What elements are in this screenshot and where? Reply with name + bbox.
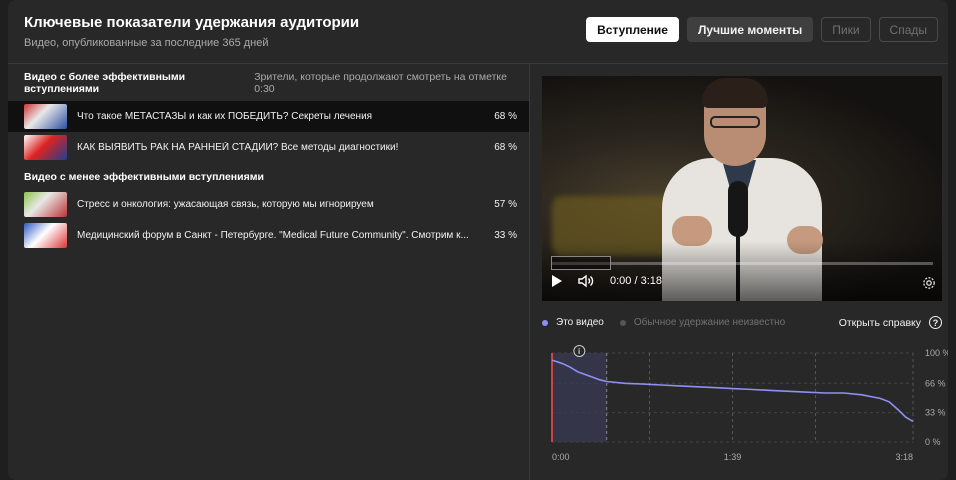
video-thumbnail xyxy=(24,104,67,129)
chart-legend: Это видео Обычное удержание неизвестно О… xyxy=(542,316,942,329)
y-tick-label: 0 % xyxy=(925,437,941,447)
divider-vertical xyxy=(529,63,530,480)
y-tick-label: 33 % xyxy=(925,408,946,418)
x-tick-label: 3:18 xyxy=(895,452,913,462)
section-better-title: Видео с более эффективными вступлениями xyxy=(24,71,186,95)
y-tick-label: 66 % xyxy=(925,378,946,388)
section-worse-title: Видео с менее эффективными вступлениями xyxy=(24,171,264,183)
video-lists: Видео с более эффективными вступлениями … xyxy=(8,63,529,251)
page-title: Ключевые показатели удержания аудитории xyxy=(24,14,360,31)
video-row-worse-1[interactable]: Стресс и онкология: ужасающая связь, кот… xyxy=(8,189,529,220)
settings-gear-icon[interactable] xyxy=(922,276,936,290)
video-thumbnail xyxy=(24,192,67,217)
video-title: КАК ВЫЯВИТЬ РАК НА РАННЕЙ СТАДИИ? Все ме… xyxy=(77,142,399,153)
y-tick-label: 100 % xyxy=(925,348,948,358)
player-time: 0:00 / 3:18 xyxy=(610,275,662,287)
section-better-note: Зрители, которые продолжают смотреть на … xyxy=(254,71,507,95)
video-player[interactable]: 0:00 / 3:18 xyxy=(542,76,942,301)
video-title: Стресс и онкология: ужасающая связь, кот… xyxy=(77,199,374,210)
help-icon: ? xyxy=(929,316,942,329)
legend-typical-label: Обычное удержание неизвестно xyxy=(633,317,786,328)
tab-best-moments[interactable]: Лучшие моменты xyxy=(686,17,814,42)
open-help-link[interactable]: Открыть справку ? xyxy=(839,316,942,329)
header: Ключевые показатели удержания аудитории … xyxy=(24,14,359,49)
volume-icon[interactable] xyxy=(578,274,594,288)
video-row-better-1[interactable]: Что такое МЕТАСТАЗЫ и как их ПОБЕДИТЬ? С… xyxy=(8,101,529,132)
video-thumbnail xyxy=(24,135,67,160)
tab-peaks[interactable]: Пики xyxy=(821,17,871,42)
intro-highlight-region xyxy=(552,353,607,442)
video-title: Что такое МЕТАСТАЗЫ и как их ПОБЕДИТЬ? С… xyxy=(77,111,373,122)
section-better-header: Видео с более эффективными вступлениями … xyxy=(8,63,529,101)
video-retention-percent: 68 % xyxy=(494,142,517,153)
player-controls: 0:00 / 3:18 xyxy=(552,274,662,288)
legend-dot-typical xyxy=(619,319,626,326)
controls-gradient xyxy=(542,241,942,301)
tab-bar: Вступление Лучшие моменты Пики Спады xyxy=(586,17,938,42)
tab-intro[interactable]: Вступление xyxy=(586,17,679,42)
legend-this-label: Это видео xyxy=(556,317,604,328)
retention-chart[interactable]: 100 % 66 % 33 % 0 % i 0:00 1:39 3:18 xyxy=(538,338,948,478)
play-icon[interactable] xyxy=(552,275,562,287)
seek-preview xyxy=(551,256,611,270)
video-row-better-2[interactable]: КАК ВЫЯВИТЬ РАК НА РАННЕЙ СТАДИИ? Все ме… xyxy=(8,132,529,163)
video-thumbnail xyxy=(24,223,67,248)
legend-this-video: Это видео xyxy=(542,317,604,328)
x-tick-label: 0:00 xyxy=(552,452,570,462)
video-retention-percent: 68 % xyxy=(494,111,517,122)
legend-dot-this xyxy=(542,319,548,326)
presenter-glasses xyxy=(710,116,760,128)
info-icon-glyph: i xyxy=(578,347,580,356)
legend-typical: Обычное удержание неизвестно xyxy=(619,317,786,328)
tab-dips[interactable]: Спады xyxy=(878,17,938,42)
video-title: Медицинский форум в Санкт - Петербурге. … xyxy=(77,230,469,241)
video-retention-percent: 57 % xyxy=(494,199,517,210)
video-row-worse-2[interactable]: Медицинский форум в Санкт - Петербурге. … xyxy=(8,220,529,251)
x-tick-label: 1:39 xyxy=(724,452,742,462)
open-help-label: Открыть справку xyxy=(838,316,921,329)
section-worse-header: Видео с менее эффективными вступлениями xyxy=(8,163,529,189)
page-subtitle: Видео, опубликованные за последние 365 д… xyxy=(24,37,269,49)
video-retention-percent: 33 % xyxy=(494,230,517,241)
microphone xyxy=(728,181,748,237)
retention-panel: Ключевые показатели удержания аудитории … xyxy=(8,0,948,480)
presenter-hair xyxy=(702,78,768,108)
